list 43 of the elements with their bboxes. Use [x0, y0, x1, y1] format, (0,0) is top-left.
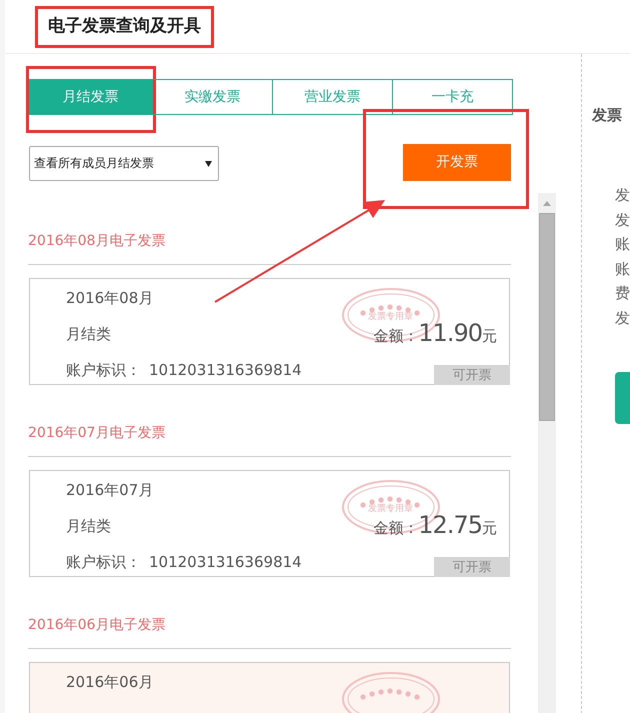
invoice-card[interactable]: 发票专用章 2016年08月 月结类 账户标识： 1012031316369814 金额：11.90元 可开票: [29, 278, 510, 385]
invoice-card[interactable]: 2016年06月: [29, 662, 510, 713]
account-number: 1012031316369814: [149, 552, 302, 572]
stamp-text: 发票专用章: [368, 504, 413, 515]
currency-unit: 元: [482, 521, 497, 536]
invoice-month: 2016年06月: [66, 672, 154, 692]
invoice-month: 2016年08月: [66, 288, 154, 308]
scrollbar-thumb[interactable]: [539, 213, 555, 421]
stamp-text: 发票专用章: [368, 312, 413, 323]
info-label: 发: [615, 185, 630, 206]
info-label: 账: [615, 234, 630, 255]
invoice-card[interactable]: 发票专用章 2016年07月 月结类 账户标识： 1012031316369814 金额：12.75元 可开票: [29, 470, 510, 577]
member-dropdown[interactable]: 查看所有成员月结发票: [29, 146, 219, 181]
account-label: 账户标识：: [66, 552, 141, 572]
currency-unit: 元: [482, 329, 497, 344]
amount-label: 金额：: [373, 521, 418, 536]
tab[interactable]: 月结发票: [28, 79, 153, 115]
scrollbar[interactable]: [538, 193, 556, 713]
section-heading: 2016年07月电子发票: [28, 385, 511, 457]
side-panel-title: 发票: [592, 106, 623, 125]
status-tag: 可开票: [434, 557, 510, 577]
info-label: 发: [615, 308, 630, 328]
info-label: 费: [615, 283, 630, 304]
issue-invoice-button[interactable]: 开发票: [403, 144, 511, 180]
scroll-up-icon[interactable]: [543, 201, 551, 206]
amount-value: 12.75: [418, 513, 482, 537]
account-label: 账户标识：: [66, 360, 141, 380]
tab[interactable]: 营业发票: [273, 79, 393, 115]
status-tag: 可开票: [434, 365, 510, 385]
info-label: 账: [615, 258, 630, 280]
amount-label: 金额：: [373, 329, 418, 344]
invoice-type: 月结类: [66, 516, 111, 536]
tab[interactable]: 实缴发票: [153, 79, 273, 115]
amount-value: 11.90: [418, 321, 482, 345]
invoice-month: 2016年07月: [66, 480, 154, 500]
caret-icon: [205, 160, 212, 166]
account-number: 1012031316369814: [149, 360, 302, 380]
dropdown-value: 查看所有成员月结发票: [34, 155, 154, 172]
page-title: 电子发票查询及开具: [48, 14, 201, 38]
section-heading: 2016年06月电子发票: [28, 577, 511, 649]
info-label: 发: [615, 210, 630, 230]
tab[interactable]: 一卡充: [393, 79, 513, 115]
invoice-type: 月结类: [66, 324, 111, 344]
